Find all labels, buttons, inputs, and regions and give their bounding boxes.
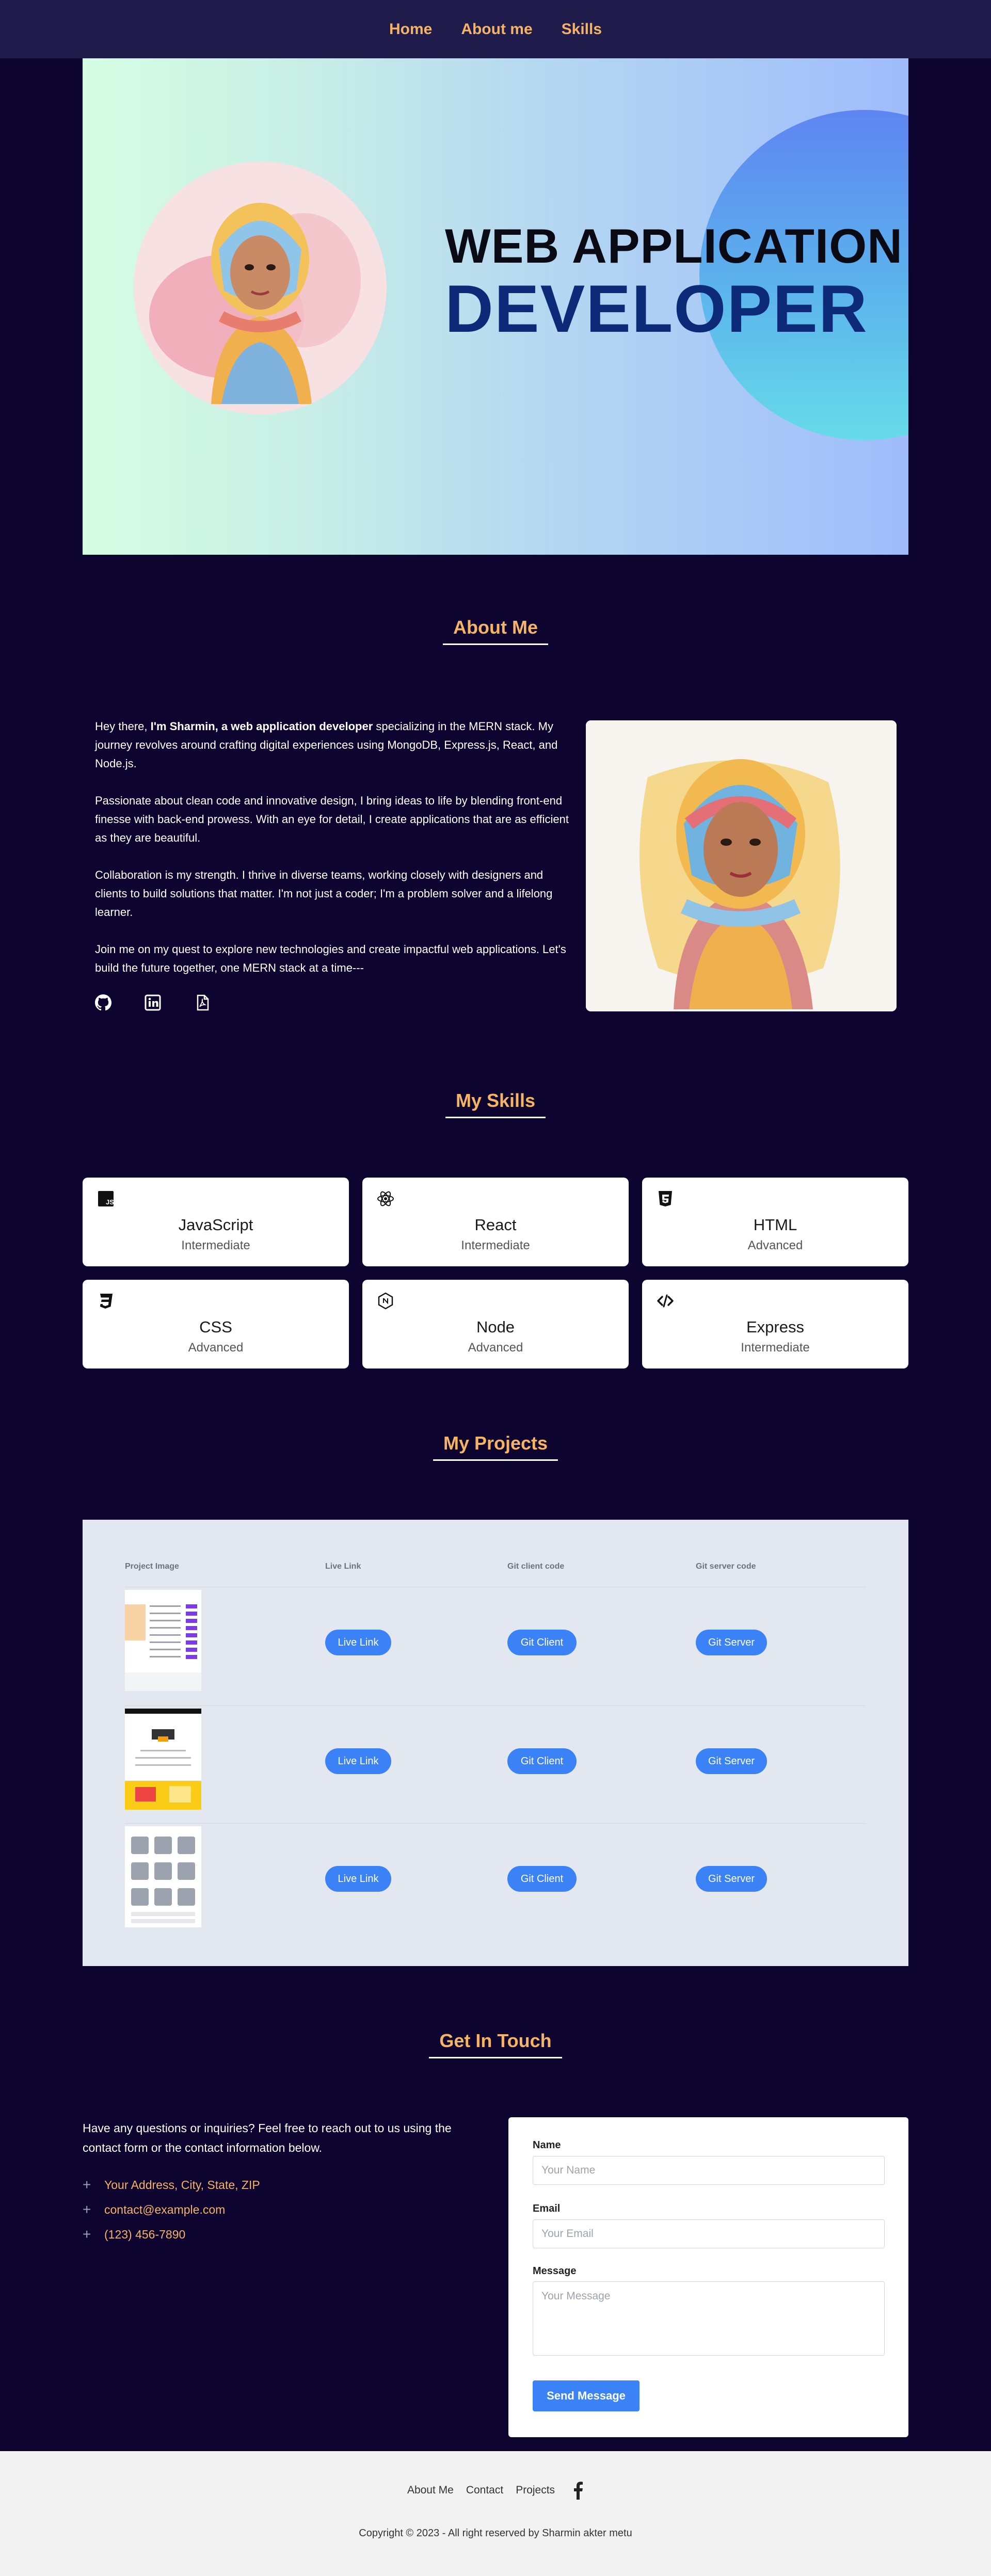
skill-name: HTML (753, 1216, 797, 1234)
skill-name: CSS (199, 1318, 232, 1336)
live-link-button[interactable]: Live Link (325, 1866, 391, 1892)
hero-title-line2: DEVELOPER (445, 271, 868, 346)
about-section-title: About Me (0, 617, 991, 645)
skill-card-react: React Intermediate (362, 1178, 629, 1266)
hero-portrait (134, 162, 387, 414)
code-icon (657, 1292, 674, 1310)
git-server-button[interactable]: Git Server (696, 1866, 767, 1892)
react-icon (377, 1190, 394, 1208)
contact-info-list: + Your Address, City, State, ZIP + contact… (83, 2172, 260, 2247)
skill-level: Advanced (468, 1341, 523, 1355)
footer-link-projects[interactable]: Projects (516, 2484, 555, 2497)
contact-intro: Have any questions or inquiries? Feel fr… (83, 2121, 452, 2154)
contact-section-title: Get In Touch (0, 2030, 991, 2058)
about-social-icons (95, 994, 211, 1011)
about-paragraph-3: Collaboration is my strength. I thrive i… (95, 868, 553, 919)
javascript-icon: JS (97, 1190, 115, 1208)
svg-text:JS: JS (106, 1198, 114, 1206)
row-divider (125, 1823, 866, 1824)
skill-name: React (474, 1216, 517, 1234)
column-header-client: Git client code (507, 1562, 565, 1571)
live-link-button[interactable]: Live Link (325, 1630, 391, 1655)
footer-links: About Me Contact Projects (0, 2481, 991, 2500)
about-portrait-card (586, 720, 897, 1011)
skill-level: Intermediate (741, 1341, 810, 1355)
name-label: Name (533, 2139, 561, 2151)
linkedin-icon[interactable] (145, 994, 161, 1011)
footer-link-about[interactable]: About Me (407, 2484, 454, 2497)
footer-link-contact[interactable]: Contact (466, 2484, 503, 2497)
skill-card-html: HTML Advanced (642, 1178, 908, 1266)
footer: About Me Contact Projects Copyright © 20… (0, 2451, 991, 2576)
github-icon[interactable] (95, 994, 111, 1011)
skill-card-node: Node Advanced (362, 1280, 629, 1369)
project-thumbnail-1 (125, 1590, 201, 1691)
facebook-icon[interactable] (572, 2481, 584, 2500)
plus-icon: + (83, 2177, 91, 2193)
hero-title-line1: WEB APPLICATION (445, 219, 903, 273)
skill-name: JavaScript (178, 1216, 253, 1234)
plus-icon: + (83, 2226, 91, 2242)
name-input[interactable]: Your Name (533, 2156, 885, 2185)
hero-banner: WEB APPLICATION DEVELOPER (83, 58, 908, 555)
email-label: Email (533, 2203, 561, 2214)
copyright: Copyright © 2023 - All right reserved by… (359, 2527, 632, 2539)
skill-level: Intermediate (181, 1238, 250, 1252)
email-input[interactable]: Your Email (533, 2219, 885, 2248)
live-link-button[interactable]: Live Link (325, 1748, 391, 1774)
skill-card-css: CSS Advanced (83, 1280, 349, 1369)
pdf-icon[interactable] (194, 994, 211, 1011)
skill-name: Node (476, 1318, 515, 1336)
nav-home-link[interactable]: Home (389, 21, 432, 38)
message-label: Message (533, 2265, 577, 2277)
contact-phone: + (123) 456-7890 (83, 2226, 186, 2242)
skill-card-express: Express Intermediate (642, 1280, 908, 1369)
skill-card-javascript: JS JavaScript Intermediate (83, 1178, 349, 1266)
skill-level: Advanced (188, 1341, 244, 1355)
html5-icon (657, 1190, 674, 1208)
about-paragraph-1: Hey there, I'm Sharmin, a web applicatio… (95, 720, 558, 770)
column-header-image: Project Image (125, 1562, 179, 1571)
about-text: Hey there, I'm Sharmin, a web applicatio… (95, 717, 575, 996)
css3-icon (97, 1292, 115, 1310)
message-textarea[interactable]: Your Message (533, 2281, 885, 2356)
nodejs-icon (377, 1292, 394, 1310)
column-header-server: Git server code (696, 1562, 756, 1571)
row-divider (125, 1705, 866, 1706)
skill-level: Advanced (747, 1238, 803, 1252)
projects-section-title: My Projects (0, 1432, 991, 1461)
column-header-live: Live Link (325, 1562, 361, 1571)
project-thumbnail-3 (125, 1826, 201, 1927)
plus-icon: + (83, 2201, 91, 2217)
send-message-button[interactable]: Send Message (533, 2380, 640, 2411)
contact-email: + contact@example.com (83, 2201, 226, 2217)
git-server-button[interactable]: Git Server (696, 1630, 767, 1655)
nav-skills-link[interactable]: Skills (562, 21, 602, 38)
git-client-button[interactable]: Git Client (507, 1866, 577, 1892)
git-client-button[interactable]: Git Client (507, 1748, 577, 1774)
about-paragraph-4: Join me on my quest to explore new techn… (95, 943, 566, 974)
top-nav: Home About me Skills (0, 0, 991, 58)
contact-form: Name Your Name Email Your Email Message … (508, 2117, 908, 2437)
skill-name: Express (746, 1318, 804, 1336)
git-server-button[interactable]: Git Server (696, 1748, 767, 1774)
nav-about-link[interactable]: About me (461, 21, 532, 38)
git-client-button[interactable]: Git Client (507, 1630, 577, 1655)
contact-address: + Your Address, City, State, ZIP (83, 2177, 260, 2193)
projects-table: Project Image Live Link Git client code … (83, 1520, 908, 1966)
project-thumbnail-2 (125, 1709, 201, 1810)
about-paragraph-2: Passionate about clean code and innovati… (95, 794, 569, 844)
skills-section-title: My Skills (0, 1090, 991, 1118)
skill-level: Intermediate (461, 1238, 530, 1252)
